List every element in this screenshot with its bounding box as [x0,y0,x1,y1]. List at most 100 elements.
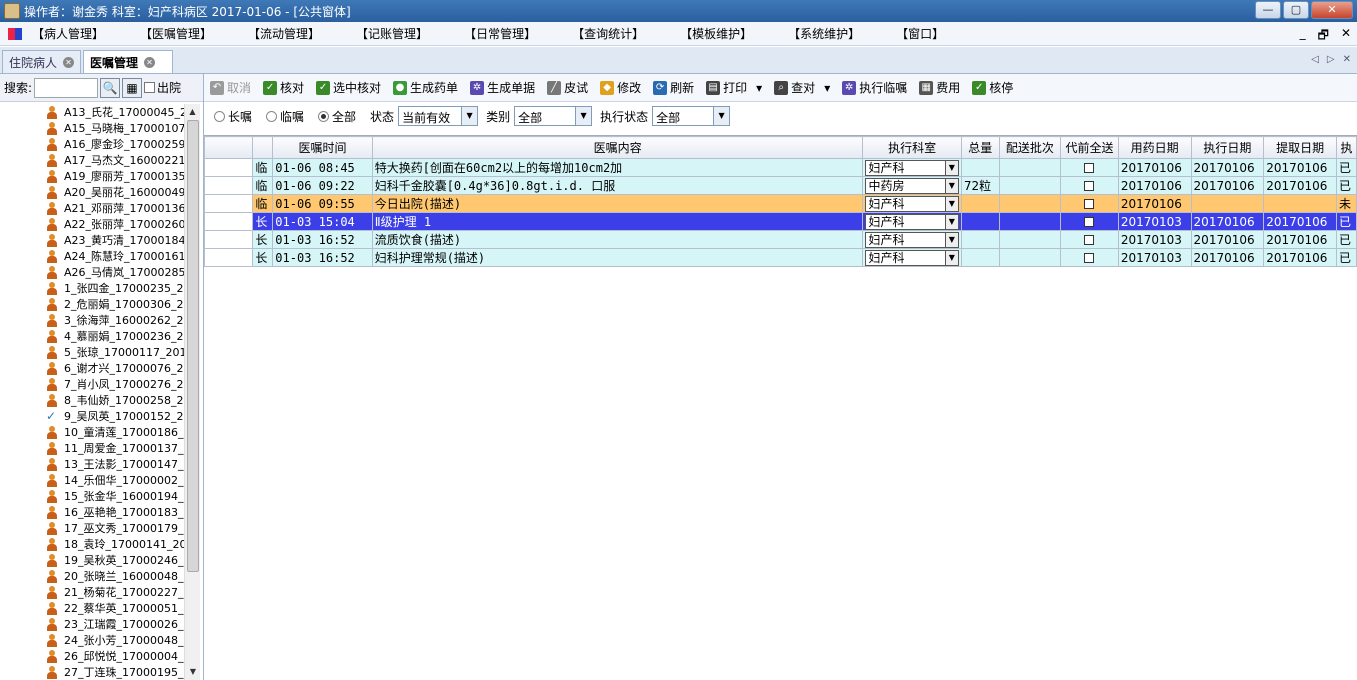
cell-send-all[interactable] [1060,230,1119,249]
dept-select[interactable]: 妇产科 ▼ [865,159,959,176]
toolbar-button[interactable]: ◆ 修改 [600,79,641,96]
toolbar-button[interactable]: ▤ 打印 ▾ [706,79,762,96]
patient-item[interactable]: 7_肖小凤_17000276_20 [0,376,184,392]
tab-close-icon[interactable]: ✕ [1343,54,1351,65]
toolbar-button[interactable]: ✓ 选中核对 [316,79,381,96]
chevron-down-icon[interactable]: ▼ [713,107,730,125]
cell-send-all[interactable] [1060,158,1119,177]
menu-system[interactable]: 【系统维护】 [788,25,860,42]
patient-item[interactable]: A19_廖丽芳_17000135_ [0,168,184,184]
patient-item[interactable]: A21_邓丽萍_17000136_ [0,200,184,216]
col-header[interactable]: 执行科室 [862,136,962,159]
mdi-minimize-button[interactable]: _ [1300,26,1306,47]
toolbar-button[interactable]: ⌕ 查对 ▾ [774,79,830,96]
cell-dept[interactable]: 妇产科 ▼ [862,212,962,231]
card-reader-icon[interactable]: ▦ [122,77,143,98]
patient-item[interactable]: 13_王法影_17000147_2 [0,456,184,472]
cell-send-all[interactable] [1060,212,1119,231]
col-header[interactable]: 提取日期 [1263,136,1338,159]
close-button[interactable]: ✕ [1311,1,1353,19]
row-header[interactable] [204,158,254,177]
row-header[interactable] [204,248,254,267]
send-all-checkbox[interactable] [1084,252,1095,263]
cell-dept[interactable]: 中药房 ▼ [862,176,962,195]
toolbar-button[interactable]: ● 生成药单 [393,79,458,96]
patient-item[interactable]: 8_韦仙娇_17000258_20 [0,392,184,408]
scroll-up-icon[interactable]: ▲ [185,104,200,120]
close-icon[interactable]: ✕ [63,56,74,68]
tab-right-icon[interactable]: ▷ [1327,54,1335,65]
row-header[interactable] [204,230,254,249]
patient-item[interactable]: 15_张金华_16000194_2 [0,488,184,504]
patient-item[interactable]: 2_危丽娟_17000306_20 [0,296,184,312]
exec-status-select[interactable]: 全部 ▼ [652,106,731,126]
col-header[interactable]: 医嘱内容 [371,136,864,159]
patient-scrollbar[interactable]: ▲ ▼ [184,104,200,680]
scroll-down-icon[interactable]: ▼ [185,664,201,680]
corner-header[interactable] [204,136,254,159]
chevron-down-icon[interactable]: ▾ [756,81,762,95]
dept-select[interactable]: 妇产科 ▼ [865,213,959,230]
radio-long-term[interactable]: 长嘱 [214,108,252,125]
table-row[interactable]: 长 01-03 16:52 流质饮食(描述) 妇产科 ▼ 20170103 20170106… [204,230,1357,249]
table-row[interactable]: ▶ 长 01-03 15:04 Ⅱ级护理 1 妇产科 ▼ 20170103 20170106 2… [204,212,1357,231]
col-header[interactable]: 用药日期 [1117,136,1192,159]
send-all-checkbox[interactable] [1084,216,1095,227]
patient-item[interactable]: 23_江瑞霞_17000026_2 [0,616,184,632]
table-row[interactable]: 临 01-06 08:45 特大换药[创面在60cm2以上的每增加10cm2加 妇产科… [204,158,1357,177]
status-select[interactable]: 当前有效 ▼ [398,106,479,126]
tab-left-icon[interactable]: ◁ [1311,54,1319,65]
patient-item[interactable]: 6_谢才兴_17000076_20 [0,360,184,376]
patient-item[interactable]: 20_张晓兰_16000048_2 [0,568,184,584]
cell-send-all[interactable] [1060,248,1119,267]
toolbar-button[interactable]: ✲ 执行临嘱 [842,79,907,96]
kind-header[interactable] [252,136,274,159]
chevron-down-icon[interactable]: ▼ [944,214,958,229]
radio-temporary[interactable]: 临嘱 [266,108,304,125]
dept-select[interactable]: 妇产科 ▼ [865,249,959,266]
menu-window[interactable]: 【窗口】 [896,25,944,42]
patient-item[interactable]: 11_周爱金_17000137_2 [0,440,184,456]
chevron-down-icon[interactable]: ▼ [575,107,592,125]
cell-dept[interactable]: 妇产科 ▼ [862,194,962,213]
patient-item[interactable]: A22_张丽萍_17000260_ [0,216,184,232]
patient-item[interactable]: 26_邱悦悦_17000004_2 [0,648,184,664]
cell-dept[interactable]: 妇产科 ▼ [862,230,962,249]
row-header[interactable]: ▶ [204,212,254,231]
cell-dept[interactable]: 妇产科 ▼ [862,248,962,267]
patient-item[interactable]: 3_徐海萍_16000262_20 [0,312,184,328]
patient-item[interactable]: 5_张琼_17000117_201 [0,344,184,360]
dept-select[interactable]: 妇产科 ▼ [865,231,959,248]
col-header[interactable]: 配送批次 [998,136,1062,159]
search-input[interactable] [34,77,99,98]
dept-select[interactable]: 妇产科 ▼ [865,195,959,212]
patient-item[interactable]: 1_张四金_17000235_20 [0,280,184,296]
patient-item[interactable]: A17_马杰文_16000221_ [0,152,184,168]
chevron-down-icon[interactable]: ▾ [824,81,830,95]
cell-dept[interactable]: 妇产科 ▼ [862,158,962,177]
menu-orders[interactable]: 【医嘱管理】 [140,25,212,42]
menu-flow[interactable]: 【流动管理】 [248,25,320,42]
toolbar-button[interactable]: ⟳ 刷新 [653,79,694,96]
toolbar-button[interactable]: ✓ 核对 [263,79,304,96]
patient-item[interactable]: 17_巫文秀_17000179_2 [0,520,184,536]
send-all-checkbox[interactable] [1084,162,1095,173]
menu-daily[interactable]: 【日常管理】 [464,25,536,42]
chevron-down-icon[interactable]: ▼ [944,232,958,247]
table-row[interactable]: 临 01-06 09:22 妇科千金胶囊[0.4g*36]0.8gt.i.d. 口服… [204,176,1357,195]
minimize-button[interactable]: — [1255,1,1281,19]
table-row[interactable]: 长 01-03 16:52 妇科护理常规(描述) 妇产科 ▼ 20170103 201701… [204,248,1357,267]
toolbar-button[interactable]: ▦ 费用 [919,79,960,96]
menu-template[interactable]: 【模板维护】 [680,25,752,42]
mdi-close-button[interactable]: ✕ [1341,26,1351,47]
patient-item[interactable]: A20_吴丽花_16000049_ [0,184,184,200]
patient-item[interactable]: A16_廖金珍_17000259_ [0,136,184,152]
close-icon[interactable]: ✕ [144,56,156,68]
dept-select[interactable]: 中药房 ▼ [865,177,959,194]
row-header[interactable] [204,194,254,213]
patient-item[interactable]: A26_马倩岚_17000285_ [0,264,184,280]
menu-patient[interactable]: 【病人管理】 [32,25,104,42]
send-all-checkbox[interactable] [1084,198,1095,209]
chevron-down-icon[interactable]: ▼ [944,250,958,265]
patient-item[interactable]: 10_童清莲_17000186_2 [0,424,184,440]
